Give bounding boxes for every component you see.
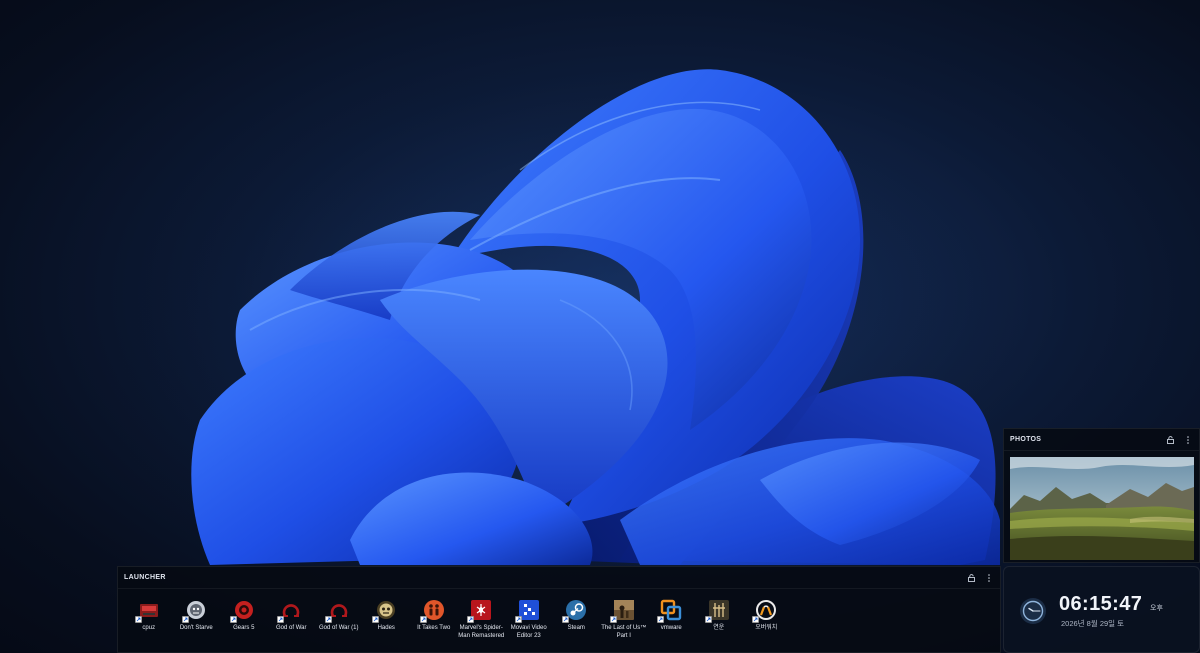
app-steam[interactable]: Steam [553, 599, 601, 633]
launcher-header: LAUNCHER [118, 567, 1000, 589]
spiderman-icon [467, 599, 492, 623]
god-of-war-icon [324, 599, 350, 623]
app-label: Hades [377, 625, 395, 631]
cpuz-icon [134, 599, 160, 623]
it-takes-two-icon [419, 599, 445, 623]
dont-starve-icon [182, 599, 207, 623]
photos-title: PHOTOS [1010, 436, 1042, 443]
movavi-icon [514, 599, 540, 623]
app-label: vmware [660, 625, 682, 631]
lock-icon[interactable] [1166, 435, 1174, 444]
app-label: cpuz [142, 625, 156, 631]
app-vmware[interactable]: vmware [648, 599, 696, 633]
more-options-icon[interactable] [985, 573, 993, 582]
app-the-last-of-us[interactable]: The Last of Us™ Part I [600, 599, 648, 640]
app-label: Don't Starve [179, 625, 213, 631]
shortcut-arrow-icon [704, 616, 712, 623]
landscape-photo[interactable] [1010, 457, 1194, 560]
yeonun-icon [704, 599, 730, 623]
clock-ampm: 오후 [1150, 605, 1163, 612]
app-label: 오버워치 [755, 625, 778, 631]
app-dont-starve[interactable]: Don't Starve [173, 599, 221, 633]
shortcut-arrow-icon [229, 616, 237, 623]
clock-widget: 06:15:47 오후 2026년 8월 29일 토 [1003, 566, 1200, 653]
shortcut-arrow-icon [182, 616, 190, 623]
app-spider-man-remastered[interactable]: Marvel's Spider-Man Remastered [458, 599, 506, 640]
app-yeonun[interactable]: 연운 [695, 599, 743, 633]
app-label: Marvel's Spider-Man Remastered [458, 625, 505, 639]
app-gears-5[interactable]: Gears 5 [220, 599, 268, 633]
steam-icon [562, 599, 587, 623]
app-hades[interactable]: Hades [363, 599, 411, 633]
app-movavi-video-editor[interactable]: Movavi Video Editor 23 [505, 599, 553, 640]
app-overwatch[interactable]: 오버워치 [743, 599, 791, 633]
app-god-of-war[interactable]: God of War [268, 599, 316, 633]
shortcut-arrow-icon [657, 616, 665, 623]
overwatch-icon [752, 599, 777, 623]
app-label: Gears 5 [233, 625, 255, 631]
more-options-icon[interactable] [1184, 435, 1192, 444]
shortcut-arrow-icon [419, 616, 427, 623]
vmware-icon [657, 599, 682, 623]
clock-icon [1019, 597, 1047, 625]
app-label: Movavi Video Editor 23 [510, 625, 547, 639]
app-label: Steam [567, 625, 585, 631]
photos-header: PHOTOS [1004, 429, 1199, 451]
shortcut-arrow-icon [562, 616, 570, 623]
last-of-us-icon [609, 599, 635, 623]
shortcut-arrow-icon [134, 616, 142, 623]
app-it-takes-two[interactable]: It Takes Two [410, 599, 458, 633]
app-god-of-war-1[interactable]: God of War (1) [315, 599, 363, 633]
app-label: 연운 [713, 625, 725, 631]
launcher-widget: LAUNCHER cpuz Don't Starve Gears 5 God o… [117, 566, 1001, 653]
shortcut-arrow-icon [372, 616, 380, 623]
shortcut-arrow-icon [277, 616, 285, 623]
shortcut-arrow-icon [609, 616, 617, 623]
clock-date: 2026년 8월 29일 토 [1061, 619, 1125, 628]
launcher-app-list: cpuz Don't Starve Gears 5 God of War God… [118, 589, 1000, 640]
gears5-icon [229, 599, 255, 623]
clock-time: 06:15:47 [1059, 593, 1143, 615]
shortcut-arrow-icon [752, 616, 760, 623]
photos-widget: PHOTOS [1003, 428, 1200, 563]
god-of-war-icon [277, 599, 302, 623]
app-cpuz[interactable]: cpuz [125, 599, 173, 633]
shortcut-arrow-icon [514, 616, 522, 623]
app-label: God of War [276, 625, 307, 631]
shortcut-arrow-icon [324, 616, 332, 623]
hades-icon [372, 599, 397, 623]
app-label: The Last of Us™ Part I [601, 625, 647, 639]
app-label: God of War (1) [319, 625, 359, 631]
shortcut-arrow-icon [467, 616, 475, 623]
app-label: It Takes Two [417, 625, 451, 631]
lock-icon[interactable] [967, 573, 975, 582]
launcher-title: LAUNCHER [124, 574, 166, 581]
